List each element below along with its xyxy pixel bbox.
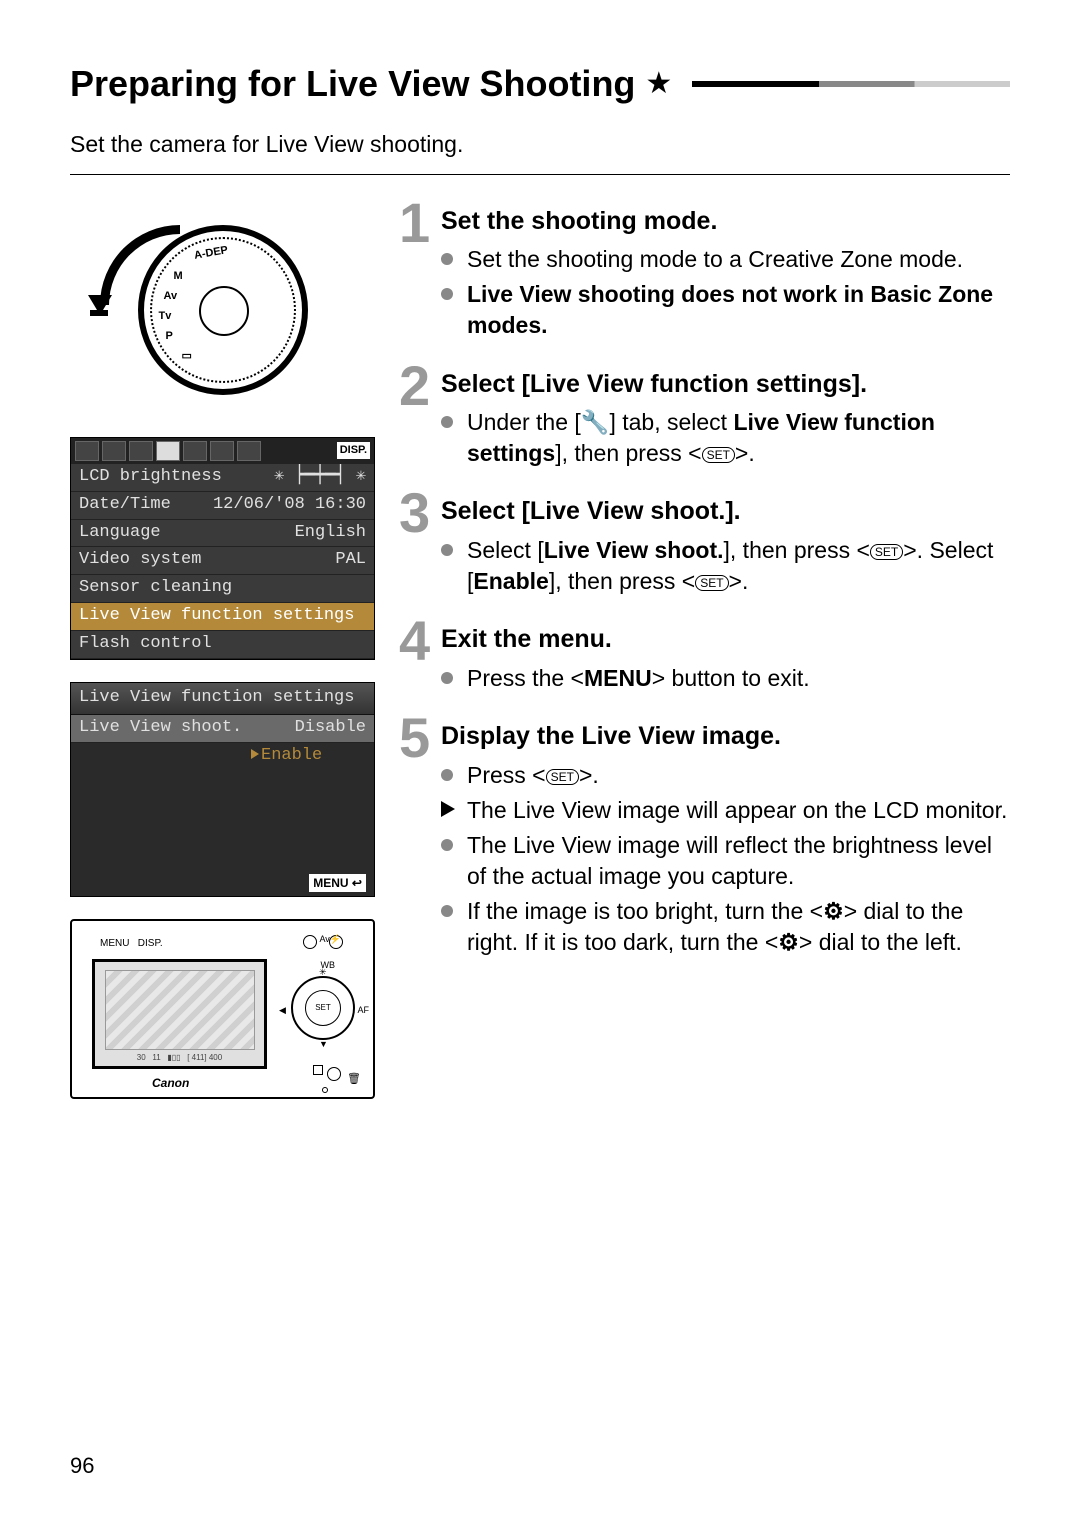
playback-icon — [313, 1065, 323, 1075]
step: 3Select [Live View shoot.].Select [Live … — [399, 495, 1010, 597]
step-number: 5 — [399, 710, 430, 766]
lv-enable-option: Enable — [71, 743, 374, 770]
wrench-icon: 🔧 — [581, 409, 610, 435]
intro-text: Set the camera for Live View shooting. — [70, 129, 1010, 175]
step-bullet: Under the [🔧] tab, select Live View func… — [441, 407, 1010, 469]
mode-dial-icon: A-DEP M Av Tv P ▭ — [138, 225, 308, 395]
mode-dial-illustration: A-DEP M Av Tv P ▭ — [70, 205, 375, 415]
step-title: Select [Live View function settings]. — [441, 368, 1010, 402]
step-title: Display the Live View image. — [441, 720, 1010, 754]
disp-badge: DISP. — [337, 442, 370, 459]
step: 2Select [Live View function settings].Un… — [399, 368, 1010, 470]
menu-return-badge: MENU ↩ — [309, 874, 366, 892]
content-area: A-DEP M Av Tv P ▭ DISP. LCD brightness✳ … — [70, 205, 1010, 1100]
menu-row: Sensor cleaning — [71, 575, 374, 603]
lv-settings-title: Live View function settings — [71, 683, 374, 715]
step-number: 1 — [399, 195, 430, 251]
step-title: Exit the menu. — [441, 623, 1010, 657]
camera-back-illustration: MENU DISP. Av⚡ 30 11 ▮▯▯ [ 411] 400 SET … — [70, 919, 375, 1099]
step-bullet: The Live View image will appear on the L… — [441, 795, 1010, 826]
menu-row: LCD brightness✳ ┝━┿━┥ ✳ — [71, 464, 374, 492]
step-bullet: Live View shooting does not work in Basi… — [441, 279, 1010, 341]
main-dial-icon: ⚙ — [823, 898, 844, 924]
step-bullet: If the image is too bright, turn the <⚙>… — [441, 896, 1010, 958]
step-title: Select [Live View shoot.]. — [441, 495, 1010, 529]
menu-glyph: MENU — [584, 665, 652, 691]
step: 4Exit the menu.Press the <MENU> button t… — [399, 623, 1010, 694]
illustration-column: A-DEP M Av Tv P ▭ DISP. LCD brightness✳ … — [70, 205, 375, 1100]
set-icon: SET — [546, 769, 579, 785]
title-divider — [692, 81, 1010, 87]
brand-logo: Canon — [152, 1075, 189, 1091]
page-number: 96 — [70, 1451, 94, 1481]
main-dial-icon: ⚙ — [778, 929, 799, 955]
menu-tabs: DISP. — [71, 438, 374, 464]
step-number: 2 — [399, 358, 430, 414]
step-bullet: Press the <MENU> button to exit. — [441, 663, 1010, 694]
lv-shoot-row: Live View shoot. Disable — [71, 715, 374, 743]
menu-row: Date/Time12/06/'08 16:30 — [71, 492, 374, 520]
step-number: 4 — [399, 613, 430, 669]
page-title: Preparing for Live View Shooting — [70, 60, 635, 109]
lv-shoot-label: Live View shoot. — [79, 717, 242, 740]
set-icon: SET — [870, 544, 903, 560]
set-icon: SET — [702, 447, 735, 463]
trash-icon: 🗑 — [347, 1072, 361, 1087]
star-icon: ★ — [645, 64, 672, 105]
lv-settings-screenshot: Live View function settings Live View sh… — [70, 682, 375, 897]
step: 1Set the shooting mode.Set the shooting … — [399, 205, 1010, 342]
setup-menu-screenshot: DISP. LCD brightness✳ ┝━┿━┥ ✳Date/Time12… — [70, 437, 375, 661]
set-icon: SET — [695, 575, 728, 591]
steps-column: 1Set the shooting mode.Set the shooting … — [399, 205, 1010, 1100]
step-title: Set the shooting mode. — [441, 205, 1010, 239]
step-bullet: The Live View image will reflect the bri… — [441, 830, 1010, 892]
step-bullet: Press <SET>. — [441, 760, 1010, 791]
menu-row: Flash control — [71, 631, 374, 659]
step-number: 3 — [399, 485, 430, 541]
menu-row: LanguageEnglish — [71, 520, 374, 548]
step-bullet: Set the shooting mode to a Creative Zone… — [441, 244, 1010, 275]
control-wheel-icon: SET ✳ ◀ AF ▼ — [291, 976, 355, 1040]
lv-shoot-value: Disable — [295, 717, 366, 740]
menu-row: Live View function settings — [71, 603, 374, 631]
step: 5Display the Live View image.Press <SET>… — [399, 720, 1010, 958]
step-bullet: Select [Live View shoot.], then press <S… — [441, 535, 1010, 597]
page-header: Preparing for Live View Shooting ★ — [70, 60, 1010, 109]
camera-lcd-icon: 30 11 ▮▯▯ [ 411] 400 — [92, 959, 267, 1069]
menu-row: Video systemPAL — [71, 547, 374, 575]
